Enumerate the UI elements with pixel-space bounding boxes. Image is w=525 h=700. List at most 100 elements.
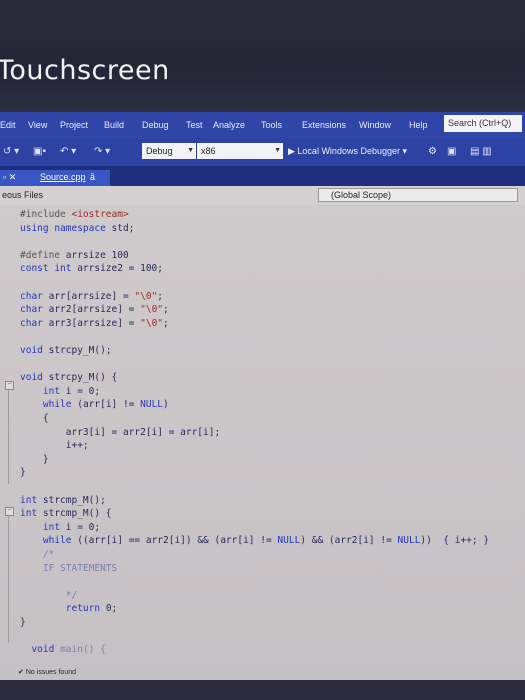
code-line[interactable]: arr3[i] = arr2[i] = arr[i]; (20, 427, 220, 438)
code-line[interactable]: i++; (20, 440, 89, 451)
configuration-select[interactable]: Debug ▼ (142, 143, 196, 159)
code-line[interactable]: char arr3[arrsize] = "\0"; (20, 318, 169, 329)
code-line[interactable]: void strcpy_M() { (20, 372, 117, 383)
code-line[interactable]: char arr2[arrsize] = "\0"; (20, 304, 169, 315)
menu-item-analyze[interactable]: Analyze (213, 120, 245, 130)
code-line[interactable]: while (arr[i] != NULL) (20, 399, 169, 410)
save-icon[interactable]: ▣▪ (33, 146, 46, 157)
menu-item-project[interactable]: Project (60, 120, 88, 130)
menu-item-help[interactable]: Help (409, 120, 428, 130)
code-line[interactable]: void strcpy_M(); (20, 345, 112, 356)
code-line[interactable]: const int arrsize2 = 100; (20, 263, 163, 274)
code-line[interactable]: int strcmp_M(); (20, 495, 106, 506)
code-token: ; (163, 317, 169, 329)
menu-item-extensions[interactable]: Extensions (302, 120, 346, 130)
code-line[interactable]: return 0; (20, 603, 118, 615)
scope-select[interactable]: (Global Scope) (318, 188, 518, 202)
editor-gutter (0, 205, 20, 700)
code-line[interactable]: int i = 0; (20, 386, 100, 397)
code-token: } (20, 453, 49, 465)
configuration-value: Debug (146, 146, 173, 156)
code-token: main() { (60, 644, 106, 656)
code-line[interactable]: } (20, 467, 26, 478)
code-token: <iostream> (71, 209, 129, 220)
code-token: arr3[i] = arr2[i] = arr[i]; (20, 426, 221, 438)
search-input[interactable]: Search (Ctrl+Q) (444, 115, 522, 132)
code-token: void (31, 644, 61, 656)
code-token: arr2[arrsize] = (48, 304, 141, 316)
code-line[interactable]: while ((arr[i] == arr2[i]) && (arr[i] !=… (20, 535, 489, 546)
toolbar: ↺ ▾ ▣▪ ↶ ▾ ↷ ▾ Debug ▼ x86 ▼ ▶ Local Windo… (0, 138, 525, 166)
redo-icon[interactable]: ↷ ▾ (94, 146, 110, 157)
platform-select[interactable]: x86 ▼ (197, 143, 283, 159)
menu-item-window[interactable]: Window (359, 120, 391, 130)
collapse-icon[interactable]: − (5, 507, 14, 516)
code-token: using namespace (20, 222, 112, 234)
code-token: strcpy_M(); (48, 345, 112, 356)
code-line[interactable]: char arr[arrsize] = "\0"; (20, 291, 163, 302)
menu-item-build[interactable]: Build (104, 120, 124, 130)
code-line[interactable]: using namespace std; (20, 223, 134, 234)
code-token: "\0" (134, 290, 158, 302)
code-token: { (20, 413, 49, 424)
code-line[interactable]: /* (20, 549, 54, 560)
code-line[interactable]: #define arrsize 100 (20, 250, 129, 261)
code-token: 0; (105, 603, 118, 615)
code-token: NULL (140, 399, 164, 411)
run-debugger-button[interactable]: ▶ Local Windows Debugger ▾ (288, 146, 407, 157)
code-line[interactable]: IF STATEMENTS (20, 563, 117, 574)
code-token: strcmp_M(); (42, 494, 106, 506)
code-token: arr[arrsize] = (48, 290, 135, 302)
code-line[interactable]: { (20, 413, 49, 424)
tab-source-cpp[interactable]: ▫ ✕ Source.cpp ā (0, 170, 110, 186)
tab-label: Source.cpp (40, 172, 86, 182)
code-token: char (20, 290, 49, 302)
code-token: ; (163, 304, 169, 316)
code-token: i = 0; (65, 385, 101, 397)
close-icon[interactable]: ▫ ✕ (3, 172, 16, 183)
layout-icon[interactable]: ▤ ▥ (470, 146, 492, 157)
code-token: i++; (20, 440, 89, 452)
code-token: )) { i++; } (420, 535, 490, 547)
code-line[interactable]: int i = 0; (20, 522, 100, 533)
issues-text: No issues found (25, 669, 77, 676)
tool-icon[interactable]: ⚙ (428, 146, 437, 157)
code-token: arrsize2 = 100; (77, 263, 163, 275)
menu-item-view[interactable]: View (28, 120, 47, 130)
code-editor[interactable]: − − #include <iostream> using namespace s… (0, 205, 525, 700)
code-token: void (20, 372, 49, 384)
run-label: Local Windows Debugger (297, 146, 400, 156)
code-line[interactable]: void main() { (20, 644, 106, 656)
collapse-icon[interactable]: − (5, 381, 14, 390)
code-token: ; (157, 290, 164, 302)
menu-item-debug[interactable]: Debug (142, 120, 169, 130)
code-line[interactable]: #include <iostream> (20, 209, 129, 220)
code-token: i = 0; (65, 521, 101, 533)
code-token: NULL (277, 535, 301, 547)
code-token: } (20, 617, 26, 628)
code-line[interactable]: } (20, 454, 49, 465)
code-line[interactable]: int strcmp_M() { (20, 508, 112, 519)
fold-guide (8, 515, 9, 643)
menu-item-tools[interactable]: Tools (261, 120, 282, 130)
window-icon[interactable]: ▣ (447, 146, 456, 157)
menu-item-test[interactable]: Test (186, 120, 203, 130)
code-token: int (20, 494, 43, 506)
pin-icon[interactable]: ā (90, 172, 95, 182)
back-icon[interactable]: ↺ ▾ (3, 146, 19, 157)
scope-value: (Global Scope) (331, 190, 392, 200)
menu-item-edit[interactable]: Edit (0, 120, 16, 130)
undo-icon[interactable]: ↶ ▾ (60, 146, 76, 157)
code-token: int (20, 508, 43, 520)
platform-value: x86 (201, 146, 216, 156)
code-token: "\0" (140, 317, 164, 329)
code-token: return (65, 603, 106, 615)
code-line[interactable]: */ (20, 590, 77, 601)
code-token: char (20, 317, 49, 329)
code-line[interactable]: } (20, 617, 26, 628)
